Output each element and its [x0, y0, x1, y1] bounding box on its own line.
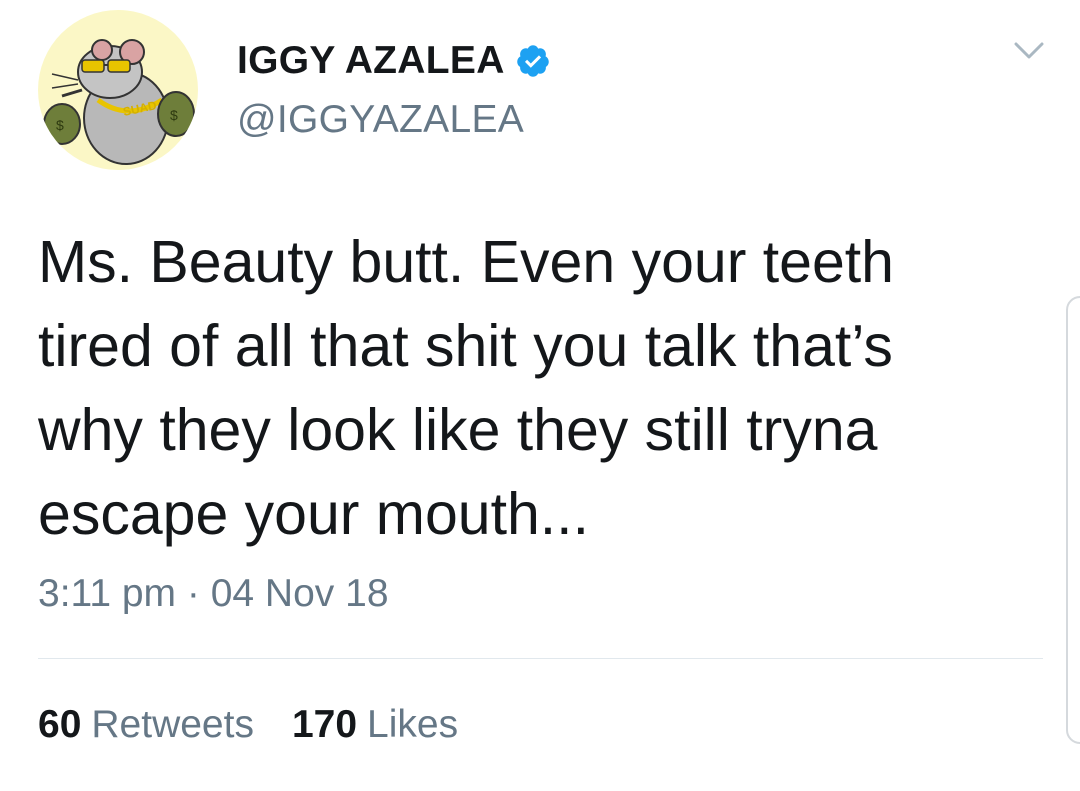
side-panel-edge [1066, 296, 1080, 744]
divider [38, 658, 1043, 659]
author-name-row[interactable]: IGGY AZALEA [237, 36, 551, 86]
user-handle[interactable]: @IGGYAZALEA [237, 98, 524, 142]
retweets-count: 60 [38, 703, 82, 746]
verified-badge-icon [515, 43, 551, 79]
likes-stat[interactable]: 170 Likes [292, 703, 458, 747]
tweet-stats: 60 Retweets 170 Likes [38, 703, 458, 747]
svg-text:$: $ [56, 117, 64, 133]
display-name[interactable]: IGGY AZALEA [237, 39, 505, 83]
retweets-label: Retweets [91, 703, 254, 746]
tweet-date: 04 Nov 18 [210, 572, 389, 615]
likes-count: 170 [291, 703, 358, 746]
retweets-stat[interactable]: 60 Retweets [38, 703, 254, 747]
avatar[interactable]: SUAD $ $ [38, 10, 198, 170]
timestamp-separator: · [186, 572, 200, 615]
likes-label: Likes [367, 703, 459, 746]
chevron-down-icon[interactable] [1010, 36, 1048, 66]
tweet-timestamp[interactable]: 3:11 pm · 04 Nov 18 [38, 572, 389, 616]
avatar-rat-illustration: SUAD $ $ [43, 39, 195, 165]
svg-text:$: $ [170, 107, 178, 123]
tweet-time: 3:11 pm [38, 572, 177, 615]
tweet-text: Ms. Beauty butt. Even your teeth tired o… [38, 229, 894, 547]
